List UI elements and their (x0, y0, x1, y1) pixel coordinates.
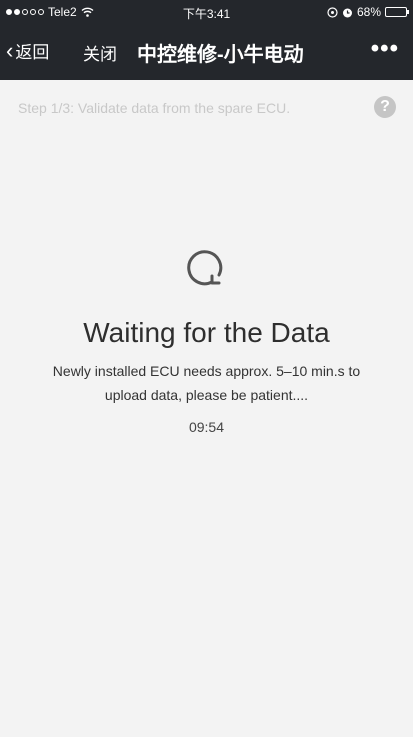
refresh-spinner-icon (187, 250, 223, 286)
status-right: 68% (327, 5, 409, 19)
back-button[interactable]: ‹ 返回 (6, 38, 49, 63)
page-title: 中控维修-小牛电动 (137, 44, 304, 66)
back-label: 返回 (15, 43, 50, 62)
countdown-timer: 09:54 (188, 419, 225, 435)
battery-icon (385, 7, 409, 17)
close-button[interactable]: 关闭 (83, 40, 117, 65)
alarm-icon (342, 8, 352, 17)
top-bar: Tele2 下午3:41 68% ‹ 返回 关闭 中控维修-小牛电动 ••• (0, 0, 413, 80)
step-bar: Step 1/3: Validate data from the spare E… (0, 80, 413, 128)
orientation-lock-icon (327, 6, 338, 18)
nav-bar: ‹ 返回 关闭 中控维修-小牛电动 ••• (0, 25, 413, 80)
step-instruction: Step 1/3: Validate data from the spare E… (18, 100, 291, 116)
chevron-left-icon: ‹ (6, 37, 14, 63)
status-bar: Tele2 下午3:41 68% (0, 0, 413, 25)
waiting-title: Waiting for the Data (83, 317, 330, 348)
more-menu-button[interactable]: ••• (371, 35, 399, 63)
battery-percent: 68% (356, 5, 381, 19)
help-icon[interactable]: ? (374, 96, 396, 118)
waiting-message: Newly installed ECU needs approx. 5–10 m… (52, 363, 361, 403)
